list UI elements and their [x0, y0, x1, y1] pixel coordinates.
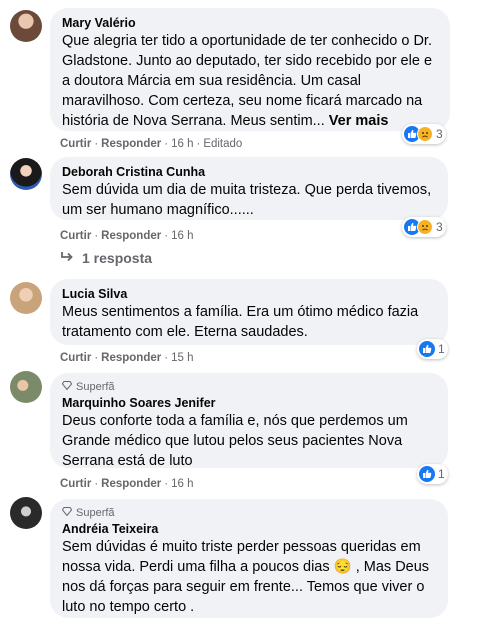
badge-label: Superfã — [76, 381, 115, 393]
comment-time[interactable]: 15 h — [171, 352, 193, 364]
separator: · — [164, 478, 169, 490]
avatar[interactable] — [10, 10, 42, 42]
pensive-emoji: 😔 — [333, 559, 352, 575]
comment-text: Sem dúvidas é muito triste perder pessoa… — [62, 537, 436, 617]
like-button[interactable]: Curtir — [60, 352, 91, 364]
reaction-count: 3 — [436, 220, 443, 234]
separator: · — [164, 138, 169, 150]
separator: · — [94, 352, 99, 364]
comment-time[interactable]: 16 h — [171, 138, 193, 150]
see-more-link[interactable]: Ver mais — [329, 113, 389, 129]
comment-actions: Curtir · Responder · 16 h — [60, 229, 193, 243]
comment-actions: Curtir · Responder · 16 h — [60, 477, 193, 491]
reply-button[interactable]: Responder — [101, 478, 161, 490]
comment-bubble: Deborah Cristina Cunha Sem dúvida um dia… — [50, 157, 448, 220]
avatar[interactable] — [10, 497, 42, 529]
view-replies-link[interactable]: 1 resposta — [60, 250, 152, 266]
comment-text: Deus conforte toda a família e, nós que … — [62, 413, 408, 469]
like-reaction-icon — [419, 341, 435, 357]
separator: · — [164, 352, 169, 364]
comment-time[interactable]: 16 h — [171, 478, 193, 490]
reply-button[interactable]: Responder — [101, 352, 161, 364]
comment-actions: Curtir · Responder · 16 h · Editado — [60, 137, 242, 151]
comment-bubble: Superfã Andréia Teixeira Sem dúvidas é m… — [50, 499, 448, 618]
reaction-count: 3 — [436, 127, 443, 141]
comment-author[interactable]: Andréia Teixeira — [62, 521, 436, 537]
like-button[interactable]: Curtir — [60, 138, 91, 150]
comment-author[interactable]: Lucia Silva — [62, 286, 436, 302]
replies-count: 1 resposta — [82, 250, 153, 266]
comment-actions: Curtir · Responder · 15 h — [60, 351, 193, 365]
separator: · — [94, 138, 99, 150]
avatar[interactable] — [10, 158, 42, 190]
superfan-badge: Superfã — [61, 380, 436, 394]
separator: · — [164, 230, 169, 242]
reactions-summary[interactable]: 1 — [417, 339, 448, 359]
like-button[interactable]: Curtir — [60, 230, 91, 242]
comment-text: Que alegria ter tido a oportunidade de t… — [62, 31, 438, 131]
reply-button[interactable]: Responder — [101, 138, 161, 150]
separator: · — [94, 230, 99, 242]
like-button[interactable]: Curtir — [60, 478, 91, 490]
comment-bubble: Lucia Silva Meus sentimentos a família. … — [50, 279, 448, 345]
reaction-count: 1 — [438, 467, 445, 481]
diamond-icon — [61, 506, 73, 520]
diamond-icon — [61, 380, 73, 394]
sad-reaction-icon — [417, 219, 433, 235]
reactions-summary[interactable]: 3 — [402, 217, 446, 237]
edited-label: Editado — [203, 138, 243, 150]
reply-button[interactable]: Responder — [101, 230, 161, 242]
reply-arrow-icon — [60, 250, 74, 266]
reactions-summary[interactable]: 1 — [417, 464, 448, 484]
avatar[interactable] — [10, 371, 42, 403]
comment-author[interactable]: Deborah Cristina Cunha — [62, 164, 436, 180]
comment-text: Sem dúvida um dia de muita tristeza. Que… — [62, 182, 432, 218]
reactions-summary[interactable]: 3 — [402, 124, 446, 144]
comment-time[interactable]: 16 h — [171, 230, 193, 242]
separator: · — [94, 478, 99, 490]
reaction-count: 1 — [438, 342, 445, 356]
sad-reaction-icon — [417, 126, 433, 142]
like-reaction-icon — [419, 466, 435, 482]
comment-text: Meus sentimentos a família. Era um ótimo… — [62, 304, 419, 340]
superfan-badge: Superfã — [61, 506, 436, 520]
comment-author[interactable]: Mary Valério — [62, 15, 438, 31]
badge-label: Superfã — [76, 507, 115, 519]
separator: · — [196, 138, 201, 150]
comment-bubble: Superfã Marquinho Soares Jenifer Deus co… — [50, 373, 448, 469]
comment-author[interactable]: Marquinho Soares Jenifer — [62, 395, 436, 411]
avatar[interactable] — [10, 282, 42, 314]
comment-bubble: Mary Valério Que alegria ter tido a opor… — [50, 8, 450, 131]
